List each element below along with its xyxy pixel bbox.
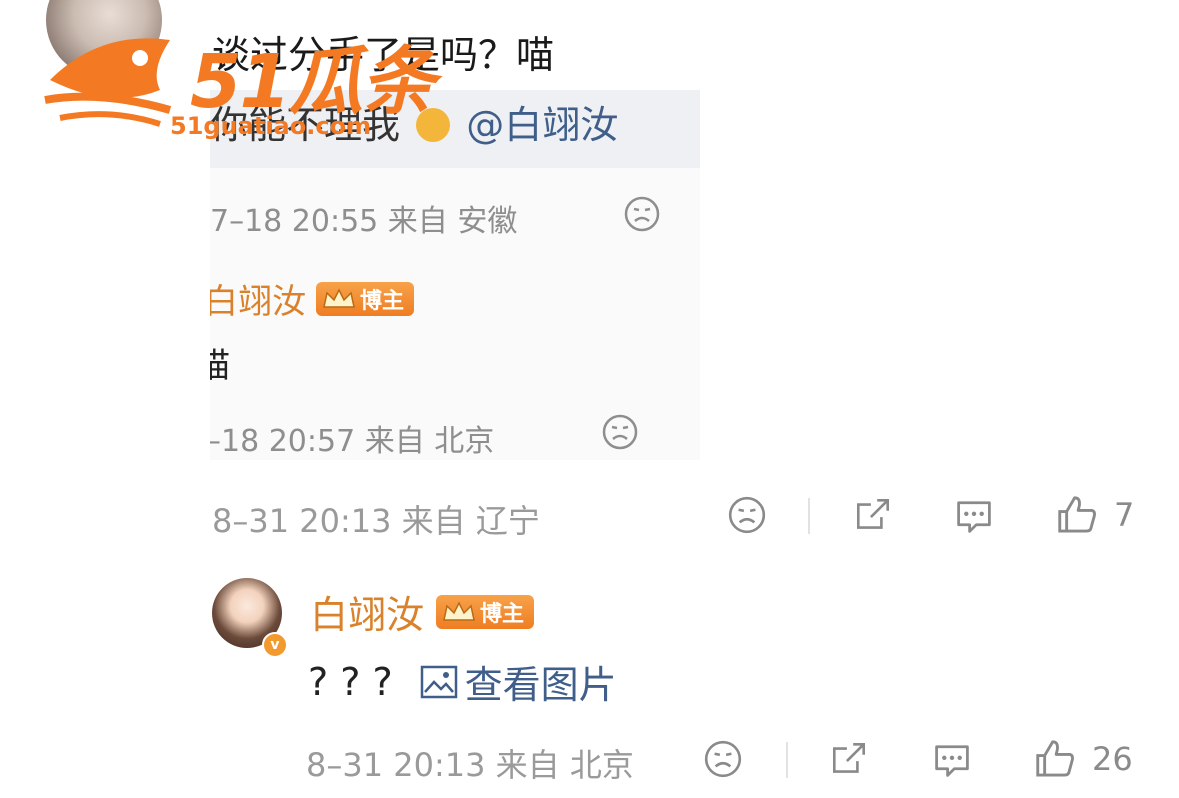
share-icon[interactable] xyxy=(828,738,870,780)
sad-face-icon[interactable] xyxy=(600,412,640,452)
reply-author-name[interactable]: 白翊汝 xyxy=(310,584,424,639)
watermark-url: 51guatiao.com xyxy=(170,112,372,140)
comment-icon[interactable] xyxy=(952,494,996,538)
view-image-link[interactable]: 查看图片 xyxy=(419,654,617,709)
comment-icon[interactable] xyxy=(930,738,974,782)
reply-body: ? ? ? 查看图片 xyxy=(308,654,617,709)
embedded-author-name[interactable]: 白翊汝 xyxy=(210,274,306,323)
divider xyxy=(786,742,788,778)
image-icon xyxy=(420,665,457,698)
embedded-mention-link[interactable]: @白翊汝 xyxy=(466,103,618,147)
sad-face-icon[interactable] xyxy=(622,194,662,234)
reply-like-count: 26 xyxy=(1092,740,1133,778)
comment-meta: 8–31 20:13 来自 辽宁 xyxy=(212,502,540,540)
embedded-author-row: 白翊汝 博主 xyxy=(210,274,415,323)
reply-blogger-badge: 博主 xyxy=(436,594,535,629)
like-count: 7 xyxy=(1114,496,1135,534)
reply-text: ? ? ? xyxy=(308,659,393,704)
embedded-meta-2: –18 20:57 来自 北京 xyxy=(210,424,495,459)
embedded-meta-1: 7–18 20:55 来自 安徽 xyxy=(210,204,518,239)
verified-badge: v xyxy=(262,632,288,658)
divider xyxy=(808,498,810,534)
embedded-badge-label: 博主 xyxy=(360,288,405,314)
crown-icon xyxy=(443,600,475,621)
share-icon[interactable] xyxy=(852,494,894,536)
thumbs-up-icon[interactable] xyxy=(1032,736,1078,782)
watermark-logo-icon xyxy=(44,38,172,127)
view-image-label[interactable]: 查看图片 xyxy=(465,654,617,709)
embedded-screenshot[interactable]: 你能不理我 @白翊汝 7–18 20:55 来自 安徽 白翊汝 博主 喵 –18… xyxy=(210,90,700,460)
reply-badge-label: 博主 xyxy=(480,601,525,627)
embedded-body: 喵 xyxy=(210,346,230,386)
reply-author-row: 白翊汝 博主 xyxy=(310,584,535,639)
embedded-blogger-badge: 博主 xyxy=(316,281,415,316)
thumbs-up-icon[interactable] xyxy=(1054,492,1100,538)
sad-face-icon[interactable] xyxy=(726,494,768,536)
crown-icon xyxy=(323,287,355,308)
sad-face-icon[interactable] xyxy=(702,738,744,780)
reply-meta: 8–31 20:13 来自 北京 xyxy=(306,746,634,784)
